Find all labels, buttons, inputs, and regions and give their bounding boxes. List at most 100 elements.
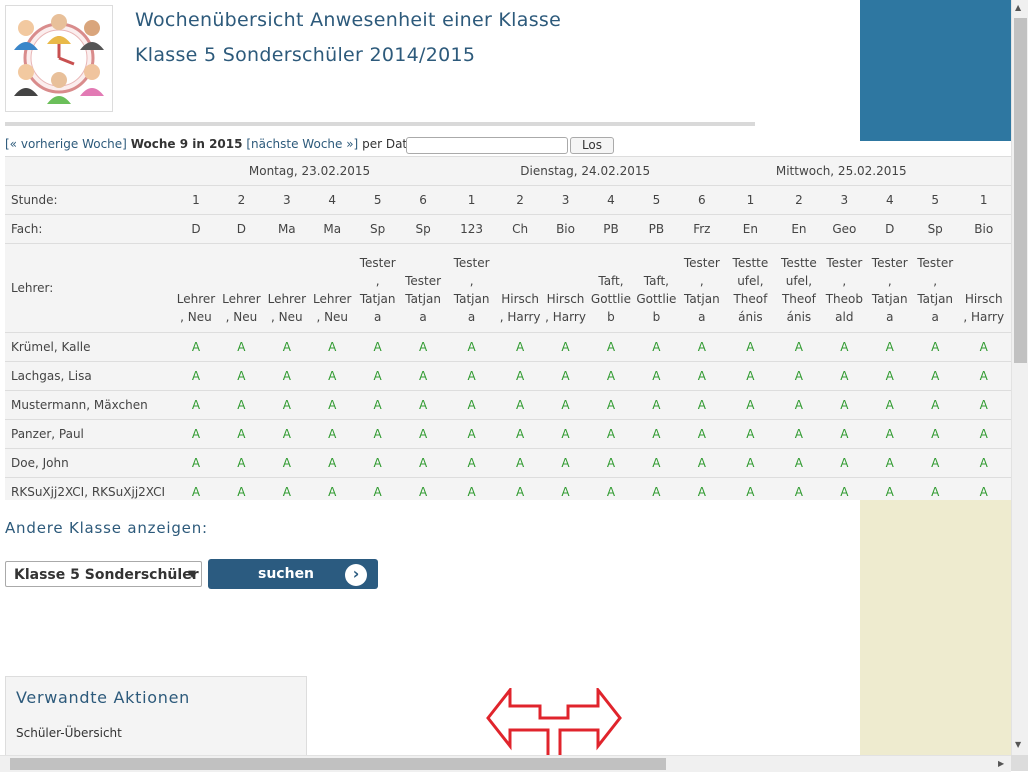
attendance-mark[interactable]: A: [445, 448, 498, 478]
attendance-mark[interactable]: A: [957, 419, 1010, 449]
attendance-mark[interactable]: A: [957, 448, 1010, 478]
attendance-mark[interactable]: A: [776, 390, 822, 420]
attendance-mark[interactable]: A: [542, 332, 589, 362]
attendance-mark[interactable]: A: [309, 361, 355, 391]
attendance-mark[interactable]: A: [912, 448, 958, 478]
attendance-mark[interactable]: A: [218, 477, 265, 500]
attendance-mark[interactable]: A: [445, 361, 498, 391]
attendance-mark[interactable]: A: [588, 477, 634, 500]
attendance-mark[interactable]: A: [867, 477, 913, 500]
student-overview-link[interactable]: Schüler-Übersicht: [16, 726, 122, 740]
attendance-mark[interactable]: A: [264, 448, 310, 478]
attendance-mark[interactable]: A: [957, 477, 1010, 500]
attendance-mark[interactable]: A: [264, 477, 310, 500]
attendance-mark[interactable]: A: [445, 390, 498, 420]
attendance-mark[interactable]: A: [354, 390, 401, 420]
attendance-mark[interactable]: A: [309, 448, 355, 478]
attendance-mark[interactable]: A: [633, 477, 680, 500]
attendance-mark[interactable]: A: [497, 361, 543, 391]
attendance-mark[interactable]: A: [400, 448, 446, 478]
scroll-up-icon[interactable]: ▲: [1015, 4, 1021, 12]
attendance-mark[interactable]: A: [542, 419, 589, 449]
attendance-mark[interactable]: A: [542, 390, 589, 420]
previous-week-link[interactable]: [« vorherige Woche]: [5, 137, 127, 151]
attendance-mark[interactable]: A: [912, 419, 958, 449]
attendance-mark[interactable]: A: [264, 419, 310, 449]
attendance-mark[interactable]: A: [309, 477, 355, 500]
date-input[interactable]: [406, 137, 568, 154]
attendance-mark[interactable]: A: [776, 332, 822, 362]
attendance-mark[interactable]: A: [173, 390, 219, 420]
attendance-mark[interactable]: A: [821, 332, 868, 362]
attendance-mark[interactable]: A: [588, 332, 634, 362]
attendance-mark[interactable]: A: [957, 390, 1010, 420]
attendance-mark[interactable]: A: [776, 477, 822, 500]
attendance-mark[interactable]: A: [633, 390, 680, 420]
scroll-right-icon[interactable]: ▶: [998, 759, 1004, 768]
attendance-mark[interactable]: A: [776, 448, 822, 478]
attendance-mark[interactable]: A: [724, 477, 777, 500]
attendance-mark[interactable]: A: [588, 361, 634, 391]
attendance-mark[interactable]: A: [588, 390, 634, 420]
attendance-mark[interactable]: A: [633, 448, 680, 478]
attendance-mark[interactable]: A: [776, 361, 822, 391]
attendance-mark[interactable]: A: [218, 448, 265, 478]
attendance-mark[interactable]: A: [497, 448, 543, 478]
scroll-down-icon[interactable]: ▼: [1015, 741, 1021, 749]
class-select[interactable]: Klasse 5 Sonderschüler ▼: [5, 561, 202, 587]
horizontal-scrollbar[interactable]: ▶: [0, 755, 1011, 772]
attendance-mark[interactable]: A: [542, 361, 589, 391]
attendance-mark[interactable]: A: [633, 419, 680, 449]
attendance-mark[interactable]: A: [679, 361, 725, 391]
attendance-mark[interactable]: A: [173, 477, 219, 500]
attendance-mark[interactable]: A: [173, 361, 219, 391]
attendance-mark[interactable]: A: [724, 448, 777, 478]
attendance-mark[interactable]: A: [542, 448, 589, 478]
attendance-mark[interactable]: A: [821, 361, 868, 391]
attendance-mark[interactable]: A: [354, 477, 401, 500]
attendance-mark[interactable]: A: [497, 390, 543, 420]
attendance-mark[interactable]: A: [633, 361, 680, 391]
vertical-scrollbar[interactable]: ▲ ▼: [1011, 0, 1028, 755]
attendance-mark[interactable]: A: [309, 390, 355, 420]
attendance-mark[interactable]: A: [957, 361, 1010, 391]
attendance-mark[interactable]: A: [309, 332, 355, 362]
attendance-mark[interactable]: A: [173, 419, 219, 449]
attendance-mark[interactable]: A: [679, 390, 725, 420]
attendance-mark[interactable]: A: [218, 419, 265, 449]
attendance-mark[interactable]: A: [400, 477, 446, 500]
attendance-mark[interactable]: A: [400, 361, 446, 391]
attendance-mark[interactable]: A: [679, 448, 725, 478]
attendance-mark[interactable]: A: [354, 419, 401, 449]
vertical-scroll-thumb[interactable]: [1014, 18, 1027, 363]
attendance-mark[interactable]: A: [776, 419, 822, 449]
attendance-mark[interactable]: A: [821, 419, 868, 449]
attendance-mark[interactable]: A: [173, 448, 219, 478]
attendance-mark[interactable]: A: [354, 361, 401, 391]
search-button[interactable]: suchen ›: [208, 559, 378, 589]
attendance-mark[interactable]: A: [867, 390, 913, 420]
attendance-mark[interactable]: A: [400, 419, 446, 449]
attendance-mark[interactable]: A: [588, 448, 634, 478]
attendance-mark[interactable]: A: [354, 332, 401, 362]
attendance-mark[interactable]: A: [309, 419, 355, 449]
attendance-mark[interactable]: A: [821, 477, 868, 500]
attendance-mark[interactable]: A: [497, 419, 543, 449]
attendance-mark[interactable]: A: [912, 361, 958, 391]
attendance-mark[interactable]: A: [264, 361, 310, 391]
attendance-mark[interactable]: A: [724, 390, 777, 420]
attendance-mark[interactable]: A: [218, 361, 265, 391]
attendance-mark[interactable]: A: [724, 332, 777, 362]
attendance-mark[interactable]: A: [912, 477, 958, 500]
attendance-mark[interactable]: A: [912, 390, 958, 420]
attendance-mark[interactable]: A: [867, 448, 913, 478]
attendance-mark[interactable]: A: [264, 332, 310, 362]
attendance-mark[interactable]: A: [867, 361, 913, 391]
attendance-mark[interactable]: A: [497, 332, 543, 362]
attendance-mark[interactable]: A: [724, 419, 777, 449]
attendance-mark[interactable]: A: [264, 390, 310, 420]
attendance-mark[interactable]: A: [679, 477, 725, 500]
attendance-mark[interactable]: A: [445, 332, 498, 362]
attendance-mark[interactable]: A: [867, 332, 913, 362]
attendance-mark[interactable]: A: [497, 477, 543, 500]
